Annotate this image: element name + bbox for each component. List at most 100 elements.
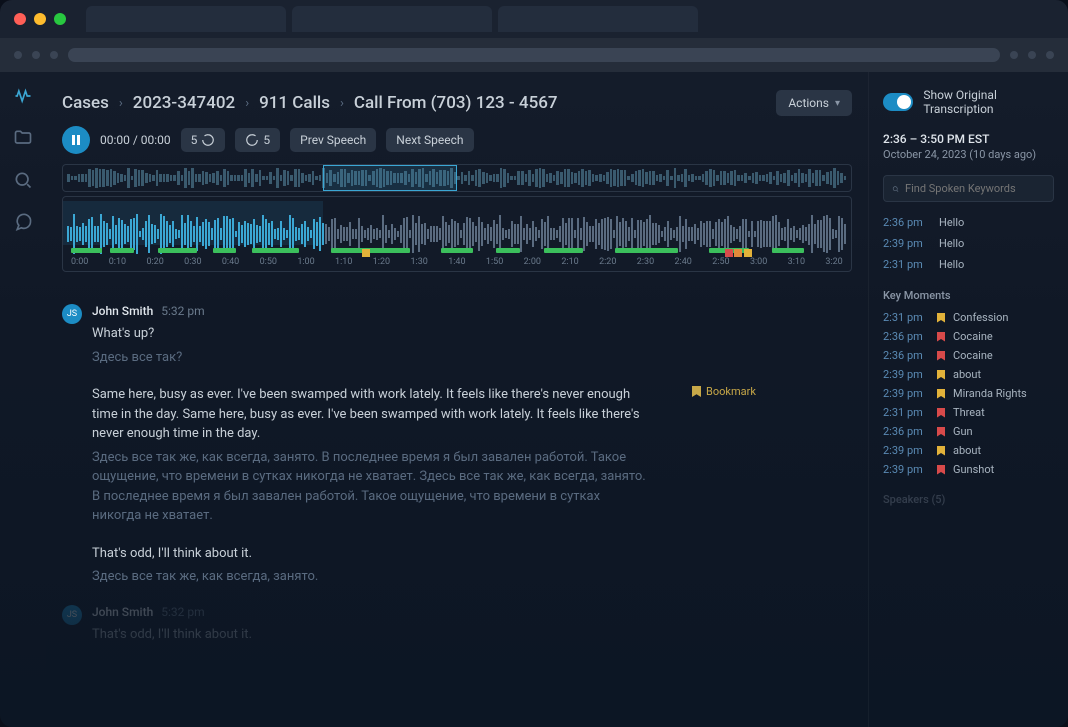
keyword-hit[interactable]: 2:36 pmHello xyxy=(883,212,1054,233)
key-moment[interactable]: 2:39 pm Miranda Rights xyxy=(883,384,1054,403)
bookmark-flag-icon[interactable] xyxy=(734,249,742,257)
folder-icon[interactable] xyxy=(13,128,33,148)
sidebar-nav xyxy=(0,72,46,727)
nav-reload-icon[interactable] xyxy=(50,51,58,59)
crumb-cases[interactable]: Cases xyxy=(62,93,109,113)
flag-icon xyxy=(937,351,945,361)
km-time: 2:39 pm xyxy=(883,387,929,400)
flag-icon xyxy=(937,446,945,456)
toggle-label: Show Original Transcription xyxy=(923,88,1054,116)
message-time: 5:32 pm xyxy=(161,605,204,619)
search-icon[interactable] xyxy=(13,170,33,190)
crumb-current: Call From (703) 123 - 4567 xyxy=(354,93,558,113)
prev-speech-button[interactable]: Prev Speech xyxy=(290,128,376,152)
ext-icon[interactable] xyxy=(1028,51,1036,59)
key-moment[interactable]: 2:39 pmabout xyxy=(883,441,1054,460)
kw-time: 2:31 pm xyxy=(883,258,929,271)
chevron-right-icon: › xyxy=(245,96,249,111)
transcript-message: JSJohn Smith5:32 pmWhat's up?Здесь все т… xyxy=(62,304,852,371)
km-time: 2:39 pm xyxy=(883,444,929,457)
chat-icon[interactable] xyxy=(13,212,33,232)
transcript: JS John Smith 5:32 pm What's up? Здесь все т… xyxy=(46,290,868,676)
minimize-window-icon[interactable] xyxy=(34,13,46,25)
search-icon xyxy=(892,183,899,195)
time-tick: 0:30 xyxy=(184,257,201,267)
time-tick: 1:40 xyxy=(448,257,465,267)
key-moment[interactable]: 2:31 pmThreat xyxy=(883,403,1054,422)
nav-back-icon[interactable] xyxy=(14,51,22,59)
url-bar[interactable] xyxy=(68,48,1000,62)
call-time-range: 2:36 – 3:50 PM EST xyxy=(883,132,1054,146)
crumb-case-id[interactable]: 2023-347402 xyxy=(133,93,235,113)
time-tick: 0:20 xyxy=(146,257,163,267)
ext-icon[interactable] xyxy=(1046,51,1054,59)
km-label: about xyxy=(953,368,981,381)
overview-selection[interactable] xyxy=(323,165,457,191)
time-tick: 0:50 xyxy=(260,257,277,267)
time-tick: 2:40 xyxy=(675,257,692,267)
km-time: 2:36 pm xyxy=(883,425,929,438)
speaker-name: John Smith xyxy=(92,304,153,318)
km-label: Confession xyxy=(953,311,1008,324)
km-label: Miranda Rights xyxy=(953,387,1027,400)
actions-menu-button[interactable]: Actions xyxy=(776,90,852,116)
close-window-icon[interactable] xyxy=(14,13,26,25)
translated-text: That's odd, I'll think about it. xyxy=(92,625,252,645)
bookmark-flag-icon[interactable] xyxy=(362,249,370,257)
flag-icon xyxy=(937,465,945,475)
key-moment[interactable]: 2:36 pmGun xyxy=(883,422,1054,441)
nav-fwd-icon[interactable] xyxy=(32,51,40,59)
pause-button[interactable] xyxy=(62,126,90,154)
bookmark-flag-icon[interactable] xyxy=(725,249,733,257)
keyword-hit[interactable]: 2:31 pm Hello xyxy=(883,254,1054,275)
time-tick: 3:20 xyxy=(825,257,842,267)
window-titlebar xyxy=(0,0,1068,38)
flag-icon xyxy=(937,332,945,342)
message-time: 5:32 pm xyxy=(161,304,204,318)
km-time: 2:31 pm xyxy=(883,311,929,324)
rewind-5-button[interactable]: 5 xyxy=(181,128,226,152)
km-time: 2:36 pm xyxy=(883,330,929,343)
flag-icon xyxy=(937,313,945,323)
breadcrumb: Cases › 2023-347402 › 911 Calls › Call F… xyxy=(46,72,868,126)
bookmark-tag[interactable]: Bookmark xyxy=(692,385,756,398)
key-moment[interactable]: 2:39 pmGunshot xyxy=(883,460,1054,479)
km-label: Gunshot xyxy=(953,463,994,476)
right-panel: Show Original Transcription 2:36 – 3:50 … xyxy=(868,72,1068,727)
keyword-search[interactable] xyxy=(883,175,1054,202)
key-moment[interactable]: 2:31 pm Confession xyxy=(883,308,1054,327)
kw-text: Hello xyxy=(939,258,964,271)
playback-time: 00:00 / 00:00 xyxy=(100,133,171,147)
translated-text: What's up? xyxy=(92,324,182,344)
key-moment[interactable]: 2:36 pmCocaine xyxy=(883,327,1054,346)
forward-5-button[interactable]: 5 xyxy=(235,128,280,152)
browser-tab[interactable] xyxy=(86,6,286,32)
chevron-right-icon: › xyxy=(340,96,344,111)
kw-time: 2:36 pm xyxy=(883,216,929,229)
crumb-section[interactable]: 911 Calls xyxy=(259,93,330,113)
transcript-message: That's odd, I'll think about it.Здесь вс… xyxy=(62,544,852,591)
browser-tabs xyxy=(86,6,1054,32)
km-label: Threat xyxy=(953,406,985,419)
waveform-detail[interactable]: 0:000:100:200:300:400:501:001:101:201:30… xyxy=(62,196,852,272)
browser-tab[interactable] xyxy=(498,6,698,32)
km-time: 2:36 pm xyxy=(883,349,929,362)
time-tick: 0:40 xyxy=(222,257,239,267)
original-text: Здесь все так же, как всегда, занято. В … xyxy=(92,448,652,526)
keyword-hit[interactable]: 2:39 pmHello xyxy=(883,233,1054,254)
maximize-window-icon[interactable] xyxy=(54,13,66,25)
waveform-overview[interactable] xyxy=(62,164,852,192)
next-speech-button[interactable]: Next Speech xyxy=(386,128,473,152)
kw-text: Hello xyxy=(939,237,964,250)
waveform-icon[interactable] xyxy=(13,86,33,106)
key-moment[interactable]: 2:36 pmCocaine xyxy=(883,346,1054,365)
keyword-search-input[interactable] xyxy=(905,182,1045,195)
km-time: 2:39 pm xyxy=(883,368,929,381)
bookmark-flag-icon[interactable] xyxy=(744,249,752,257)
ext-icon[interactable] xyxy=(1010,51,1018,59)
browser-tab[interactable] xyxy=(292,6,492,32)
flag-icon xyxy=(937,408,945,418)
key-moment[interactable]: 2:39 pm about xyxy=(883,365,1054,384)
speaker-avatar: JS xyxy=(62,304,82,324)
show-original-toggle[interactable] xyxy=(883,93,913,111)
